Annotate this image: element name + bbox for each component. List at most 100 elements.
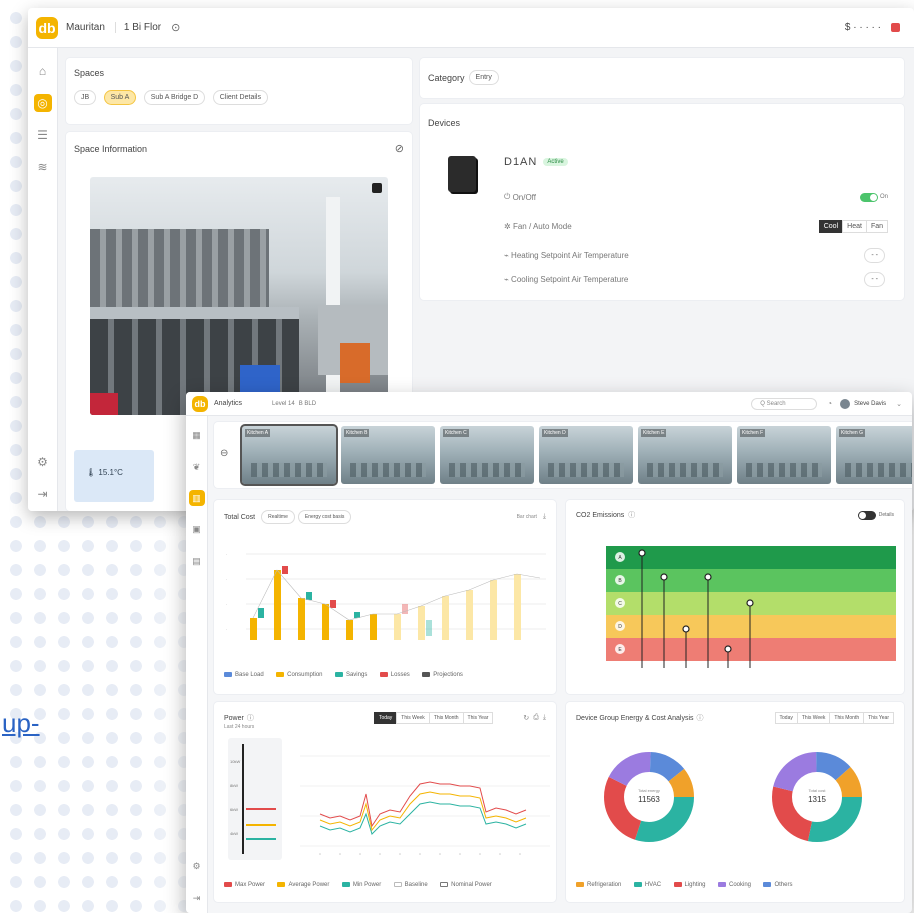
- spaces-icon[interactable]: ◎: [33, 94, 52, 112]
- site-title[interactable]: Mauritan: [66, 22, 105, 33]
- device-icon[interactable]: ▣: [188, 520, 206, 538]
- space-chip[interactable]: JB: [74, 90, 97, 105]
- dashboard-icon[interactable]: ▦: [188, 426, 206, 444]
- camera-thumbnail[interactable]: Kitchen G: [836, 426, 912, 484]
- heating-setpoint-value[interactable]: - -: [864, 248, 885, 263]
- group-tab[interactable]: This Week: [796, 712, 831, 724]
- chart-type-label[interactable]: Bar chart: [517, 514, 537, 520]
- power-tab[interactable]: This Month: [428, 712, 464, 724]
- mode-option[interactable]: Fan: [865, 220, 888, 233]
- device-status-badge: Active: [543, 158, 568, 166]
- space-chip[interactable]: Sub A Bridge D: [143, 90, 206, 105]
- category-card: Category Entry: [420, 58, 904, 98]
- legend-item[interactable]: Projections: [422, 672, 463, 678]
- home-icon[interactable]: ⌂: [34, 62, 52, 80]
- group-tab[interactable]: Today: [774, 712, 798, 724]
- power-tab[interactable]: This Week: [396, 712, 430, 724]
- legend-item[interactable]: Average Power: [277, 882, 329, 888]
- logout-icon[interactable]: ⇥: [34, 485, 52, 503]
- space-chip[interactable]: Client Details: [212, 90, 268, 105]
- topbar-right-info: $ · · · · ·: [844, 22, 881, 33]
- svg-text:·: ·: [226, 552, 227, 557]
- camera-thumbnail[interactable]: Kitchen F: [737, 426, 831, 484]
- group-tab[interactable]: This Month: [829, 712, 865, 724]
- group-tab[interactable]: This Year: [863, 712, 894, 724]
- camera-thumbnail[interactable]: Kitchen A: [240, 424, 338, 486]
- edge-link-text[interactable]: up-: [2, 708, 40, 739]
- info-icon[interactable]: ⓘ: [697, 713, 704, 723]
- download-icon[interactable]: ⤓: [543, 513, 546, 521]
- breadcrumb-item[interactable]: Level 14: [272, 401, 295, 407]
- legend-item[interactable]: Losses: [379, 672, 410, 678]
- category-select[interactable]: Entry: [468, 70, 499, 85]
- svg-text:11563: 11563: [638, 795, 660, 804]
- co2-title: CO2 Emissions: [576, 511, 625, 519]
- spaces-topbar: db Mauritan 1 Bi Flor ⊙ $ · · · · ·: [28, 8, 914, 48]
- info-icon[interactable]: ⓘ: [247, 713, 254, 723]
- brand-logo[interactable]: db: [192, 395, 208, 412]
- legend-item[interactable]: Savings: [334, 672, 367, 678]
- mode-option[interactable]: Cool: [818, 220, 844, 233]
- alert-icon[interactable]: [891, 23, 900, 32]
- settings-icon[interactable]: ⚙: [34, 453, 52, 471]
- devices-card: Devices D1AN Active ⏻ On/Off On ✲ Fan / …: [420, 104, 904, 300]
- analytics-icon[interactable]: ▥: [188, 490, 205, 506]
- avatar[interactable]: [840, 398, 851, 409]
- filter-chip[interactable]: Realtime: [261, 510, 295, 524]
- power-toggle[interactable]: [859, 192, 878, 202]
- brand-logo[interactable]: db: [36, 16, 58, 39]
- legend-item[interactable]: Cooking: [717, 882, 751, 888]
- device-image: [448, 156, 476, 192]
- camera-thumbnail[interactable]: Kitchen B: [341, 426, 435, 484]
- floor-selector[interactable]: 1 Bi Flor: [114, 22, 161, 33]
- list-icon[interactable]: ☰: [34, 126, 52, 144]
- download-icon[interactable]: ⤓: [543, 714, 546, 722]
- power-tab[interactable]: This Year: [462, 712, 494, 724]
- legend-item[interactable]: Min Power: [341, 882, 381, 888]
- filter-chip[interactable]: Energy cost basis: [297, 510, 352, 524]
- legend-item[interactable]: Lighting: [673, 882, 706, 888]
- legend-item[interactable]: Consumption: [276, 672, 323, 678]
- device-group-legend: Refrigeration HVAC Lighting Cooking Othe…: [576, 874, 800, 892]
- thermometer-icon: ⌁: [504, 275, 512, 284]
- power-tab[interactable]: Today: [373, 712, 398, 724]
- layers-icon[interactable]: ≋: [34, 158, 52, 176]
- expand-icon[interactable]: [372, 183, 382, 193]
- legend-item[interactable]: Others: [763, 882, 792, 888]
- logout-icon[interactable]: ⇥: [188, 889, 206, 907]
- settings-icon[interactable]: ⚙: [188, 857, 206, 875]
- legend-item[interactable]: HVAC: [633, 882, 661, 888]
- mode-option[interactable]: Heat: [842, 220, 867, 233]
- mode-label: Fan / Auto Mode: [512, 222, 572, 231]
- camera-thumbnail[interactable]: Kitchen E: [638, 426, 732, 484]
- user-name[interactable]: Steve Davis: [854, 401, 886, 407]
- notification-icon[interactable]: ◔: [827, 399, 832, 408]
- floor-dropdown-icon[interactable]: ⊙: [171, 21, 180, 34]
- image-edit-icon[interactable]: ⊘: [395, 142, 404, 155]
- power-legend: Max Power Average Power Min Power Baseli…: [224, 874, 500, 892]
- leaf-icon[interactable]: ❦: [188, 458, 206, 476]
- legend-item[interactable]: Baseline: [393, 882, 428, 888]
- previous-icon[interactable]: ⊖: [220, 448, 228, 459]
- legend-item[interactable]: Nominal Power: [440, 882, 492, 888]
- legend-item[interactable]: Max Power: [224, 882, 265, 888]
- report-icon[interactable]: ▤: [188, 552, 206, 570]
- details-toggle[interactable]: [857, 510, 876, 520]
- space-chip-selected[interactable]: Sub A: [103, 90, 137, 105]
- legend-item[interactable]: Base Load: [224, 672, 264, 678]
- device-group-card: Device Group Energy & Cost Analysis ⓘ To…: [566, 702, 904, 902]
- device-group-title: Device Group Energy & Cost Analysis: [576, 714, 694, 722]
- print-icon[interactable]: ⎙: [533, 714, 539, 722]
- power-title: Power: [224, 714, 244, 722]
- chevron-down-icon[interactable]: ⌄: [896, 400, 902, 408]
- analytics-topbar: db Analytics Level 14 B BLD Q Search ◔ S…: [186, 392, 912, 416]
- cooling-setpoint-value[interactable]: - -: [864, 272, 885, 287]
- refresh-icon[interactable]: ↻: [523, 714, 529, 722]
- legend-item[interactable]: Refrigeration: [576, 882, 621, 888]
- search-input[interactable]: Q Search: [751, 397, 818, 410]
- camera-thumbnail[interactable]: Kitchen C: [440, 426, 534, 484]
- fan-icon: ✲: [504, 222, 513, 231]
- info-icon[interactable]: ⓘ: [628, 510, 635, 520]
- breadcrumb-item[interactable]: B BLD: [299, 401, 316, 407]
- camera-thumbnail[interactable]: Kitchen D: [539, 426, 633, 484]
